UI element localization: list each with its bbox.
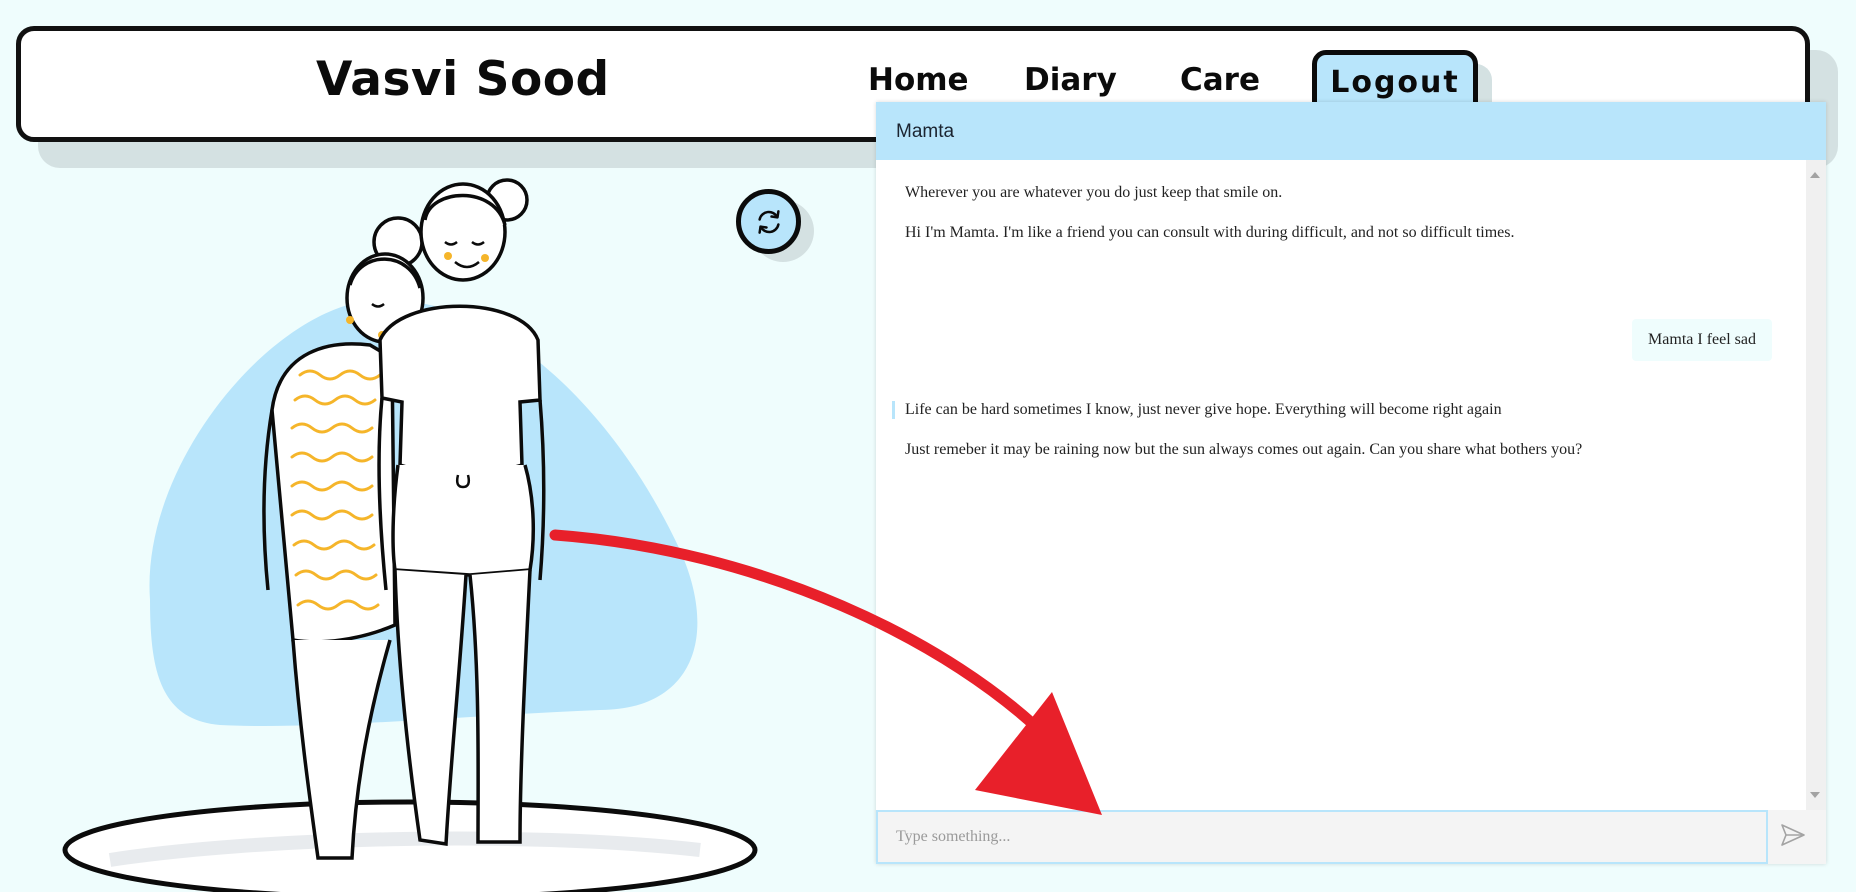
send-icon	[1781, 824, 1805, 846]
nav-diary-link[interactable]: Diary	[1024, 62, 1117, 98]
chat-widget: Mamta Wherever you are whatever you do j…	[876, 102, 1826, 864]
page: Vasvi Sood Home Diary Care Logout Mamta …	[0, 0, 1856, 892]
brand-title: Vasvi Sood	[316, 52, 610, 107]
scroll-down-icon[interactable]	[1810, 792, 1820, 798]
user-message: Mamta I feel sad	[1632, 319, 1772, 361]
bot-message-marker	[892, 401, 895, 419]
chat-header: Mamta	[876, 102, 1826, 160]
chat-footer	[876, 810, 1826, 864]
scroll-up-icon[interactable]	[1810, 172, 1820, 178]
bot-message: Hi I'm Mamta. I'm like a friend you can …	[905, 224, 1515, 241]
nav-care-link[interactable]: Care	[1180, 62, 1260, 98]
chat-title: Mamta	[896, 121, 955, 142]
bot-message: Just remeber it may be raining now but t…	[905, 441, 1583, 458]
chat-scrollbar[interactable]	[1806, 160, 1826, 810]
chat-messages[interactable]: Wherever you are whatever you do just ke…	[876, 160, 1806, 810]
bot-message: Wherever you are whatever you do just ke…	[905, 184, 1283, 201]
bot-message: Life can be hard sometimes I know, just …	[905, 401, 1502, 418]
nav-home-link[interactable]: Home	[868, 62, 969, 98]
friends-illustration	[62, 178, 758, 892]
send-button[interactable]	[1780, 823, 1810, 851]
chat-input[interactable]	[876, 810, 1768, 864]
